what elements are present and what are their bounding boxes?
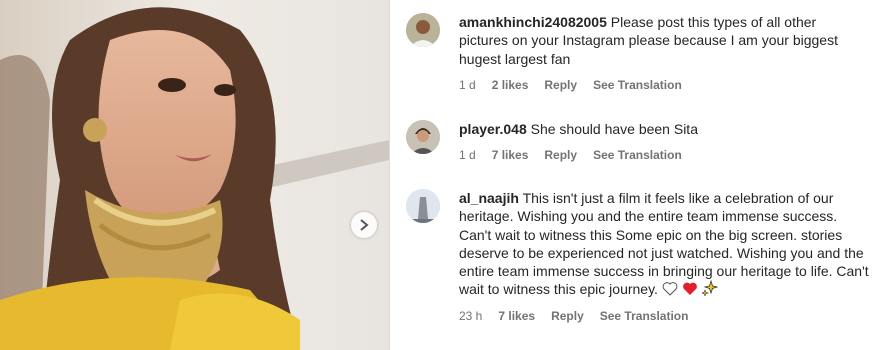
chevron-right-icon (360, 219, 369, 231)
see-translation-button[interactable]: See Translation (593, 146, 682, 164)
sparkles-icon (701, 280, 718, 297)
user-avatar-icon (406, 120, 440, 154)
reply-button[interactable]: Reply (544, 146, 577, 164)
comment-likes[interactable]: 7 likes (498, 307, 535, 325)
comment: al_naajih This isn't just a film it feel… (406, 189, 869, 325)
reply-button[interactable]: Reply (544, 76, 577, 94)
avatar[interactable] (406, 120, 440, 154)
comment-likes[interactable]: 7 likes (492, 146, 529, 164)
white-heart-icon (662, 282, 678, 297)
see-translation-button[interactable]: See Translation (593, 76, 682, 94)
comment: amankhinchi24082005 Please post this typ… (406, 13, 869, 94)
see-translation-button[interactable]: See Translation (600, 307, 689, 325)
comment-username[interactable]: al_naajih (459, 190, 519, 206)
comment-time[interactable]: 1 d (459, 146, 476, 164)
comment-username[interactable]: amankhinchi24082005 (459, 14, 607, 30)
comment-username[interactable]: player.048 (459, 121, 527, 137)
avatar[interactable] (406, 189, 440, 223)
user-avatar-icon (406, 13, 440, 47)
post-image (0, 0, 389, 350)
comment-time[interactable]: 23 h (459, 307, 482, 325)
divider (389, 0, 390, 350)
reply-button[interactable]: Reply (551, 307, 584, 325)
red-heart-icon (682, 283, 697, 296)
comment-text: She should have been Sita (530, 121, 698, 137)
comment: player.048 She should have been Sita 1 d… (406, 120, 869, 165)
comment-likes[interactable]: 2 likes (492, 76, 529, 94)
user-avatar-icon (406, 189, 440, 223)
avatar[interactable] (406, 13, 440, 47)
comment-time[interactable]: 1 d (459, 76, 476, 94)
carousel-next-button[interactable] (351, 212, 377, 238)
